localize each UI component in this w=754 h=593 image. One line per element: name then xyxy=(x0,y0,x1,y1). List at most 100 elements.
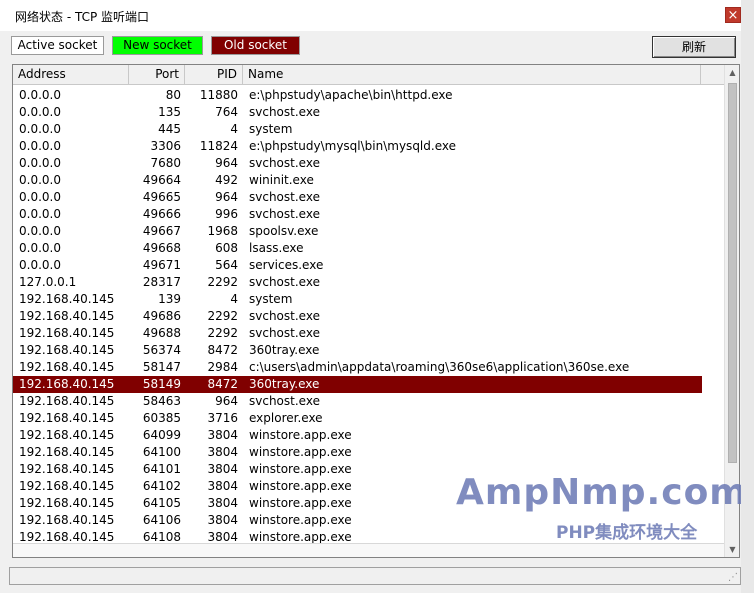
table-row[interactable]: 127.0.0.1 28317 2292 svchost.exe xyxy=(13,274,724,291)
cell-address: 192.168.40.145 xyxy=(19,360,115,374)
cell-name: svchost.exe xyxy=(249,309,320,323)
cell-name: svchost.exe xyxy=(249,394,320,408)
table-row[interactable]: 192.168.40.145 64102 3804 winstore.app.exe xyxy=(13,478,724,495)
cell-port: 28317 xyxy=(142,275,181,289)
cell-address: 192.168.40.145 xyxy=(19,462,115,476)
cell-pid: 8472 xyxy=(207,343,238,357)
table-row[interactable]: 192.168.40.145 49686 2292 svchost.exe xyxy=(13,308,724,325)
cell-name: svchost.exe xyxy=(249,156,320,170)
column-header-name[interactable]: Name xyxy=(243,65,701,84)
table-row[interactable]: 192.168.40.145 64105 3804 winstore.app.exe xyxy=(13,495,724,512)
cell-pid: 3804 xyxy=(207,513,238,527)
cell-port: 58463 xyxy=(142,394,181,408)
table-row[interactable]: 192.168.40.145 58149 8472 360tray.exe xyxy=(13,376,702,393)
table-row[interactable]: 0.0.0.0 49668 608 lsass.exe xyxy=(13,240,724,257)
cell-pid: 964 xyxy=(215,394,238,408)
title-bar: 网络状态 - TCP 监听端口 × xyxy=(0,0,754,31)
cell-port: 49686 xyxy=(142,309,181,323)
cell-address: 192.168.40.145 xyxy=(19,411,115,425)
chevron-up-icon[interactable]: ▲ xyxy=(725,65,739,80)
cell-pid: 4 xyxy=(230,122,238,136)
table-row[interactable]: 0.0.0.0 3306 11824 e:\phpstudy\mysql\bin\my… xyxy=(13,138,724,155)
cell-name: explorer.exe xyxy=(249,411,323,425)
table-row[interactable]: 192.168.40.145 64106 3804 winstore.app.exe xyxy=(13,512,724,529)
cell-pid: 564 xyxy=(215,258,238,272)
cell-port: 64100 xyxy=(142,445,181,459)
cell-pid: 3804 xyxy=(207,428,238,442)
table-row[interactable]: 0.0.0.0 49671 564 services.exe xyxy=(13,257,724,274)
cell-port: 49668 xyxy=(142,241,181,255)
cell-name: wininit.exe xyxy=(249,173,314,187)
table-row[interactable]: 192.168.40.145 49688 2292 svchost.exe xyxy=(13,325,724,342)
cell-address: 192.168.40.145 xyxy=(19,513,115,527)
cell-pid: 996 xyxy=(215,207,238,221)
table-row[interactable]: 192.168.40.145 64101 3804 winstore.app.exe xyxy=(13,461,724,478)
cell-address: 127.0.0.1 xyxy=(19,275,77,289)
cell-address: 192.168.40.145 xyxy=(19,309,115,323)
cell-port: 135 xyxy=(158,105,181,119)
cell-name: winstore.app.exe xyxy=(249,513,352,527)
table-row[interactable]: 192.168.40.145 64100 3804 winstore.app.exe xyxy=(13,444,724,461)
cell-name: svchost.exe xyxy=(249,275,320,289)
cell-address: 0.0.0.0 xyxy=(19,122,61,136)
cell-address: 192.168.40.145 xyxy=(19,428,115,442)
cell-port: 49665 xyxy=(142,190,181,204)
cell-address: 192.168.40.145 xyxy=(19,292,115,306)
cell-pid: 2292 xyxy=(207,326,238,340)
cell-port: 64106 xyxy=(142,513,181,527)
cell-name: services.exe xyxy=(249,258,324,272)
resize-grip-icon[interactable]: ⋰ xyxy=(728,572,738,583)
cell-name: winstore.app.exe xyxy=(249,462,352,476)
cell-address: 192.168.40.145 xyxy=(19,394,115,408)
table-row[interactable]: 192.168.40.145 139 4 system xyxy=(13,291,724,308)
cell-address: 0.0.0.0 xyxy=(19,241,61,255)
table-row[interactable]: 0.0.0.0 80 11880 e:\phpstudy\apache\bin\htt… xyxy=(13,87,724,104)
column-header-port[interactable]: Port xyxy=(129,65,185,84)
vertical-scrollbar[interactable]: ▲ ▼ xyxy=(724,65,739,557)
table-row[interactable]: 192.168.40.145 58463 964 svchost.exe xyxy=(13,393,724,410)
cell-port: 64099 xyxy=(142,428,181,442)
cell-pid: 3716 xyxy=(207,411,238,425)
table-row[interactable]: 0.0.0.0 49666 996 svchost.exe xyxy=(13,206,724,223)
table-row[interactable]: 192.168.40.145 58147 2984 c:\users\admin\ap… xyxy=(13,359,724,376)
cell-address: 0.0.0.0 xyxy=(19,139,61,153)
table-row[interactable]: 192.168.40.145 64099 3804 winstore.app.exe xyxy=(13,427,724,444)
legend-new-socket: New socket xyxy=(112,36,203,55)
table-row[interactable]: 192.168.40.145 56374 8472 360tray.exe xyxy=(13,342,724,359)
cell-pid: 3804 xyxy=(207,496,238,510)
chevron-down-icon[interactable]: ▼ xyxy=(725,542,739,557)
cell-pid: 1968 xyxy=(207,224,238,238)
cell-address: 0.0.0.0 xyxy=(19,173,61,187)
table-row[interactable]: 0.0.0.0 135 764 svchost.exe xyxy=(13,104,724,121)
cell-name: 360tray.exe xyxy=(249,343,320,357)
cell-port: 60385 xyxy=(142,411,181,425)
socket-list[interactable]: Address Port PID Name 0.0.0.0 80 11880 e:\p… xyxy=(12,64,740,558)
cell-name: svchost.exe xyxy=(249,105,320,119)
cell-pid: 492 xyxy=(215,173,238,187)
cell-pid: 964 xyxy=(215,156,238,170)
table-row[interactable]: 0.0.0.0 49667 1968 spoolsv.exe xyxy=(13,223,724,240)
cell-address: 192.168.40.145 xyxy=(19,496,115,510)
close-icon[interactable]: × xyxy=(725,7,741,23)
table-row[interactable]: 0.0.0.0 49665 964 svchost.exe xyxy=(13,189,724,206)
cell-address: 0.0.0.0 xyxy=(19,224,61,238)
table-row[interactable]: 192.168.40.145 60385 3716 explorer.exe xyxy=(13,410,724,427)
cell-port: 64101 xyxy=(142,462,181,476)
cell-port: 64105 xyxy=(142,496,181,510)
table-row[interactable]: 0.0.0.0 445 4 system xyxy=(13,121,724,138)
refresh-button[interactable]: 刷新 xyxy=(652,36,736,58)
cell-port: 49671 xyxy=(142,258,181,272)
cell-address: 192.168.40.145 xyxy=(19,326,115,340)
column-header-pid[interactable]: PID xyxy=(185,65,243,84)
cell-pid: 2984 xyxy=(207,360,238,374)
column-header-address[interactable]: Address xyxy=(13,65,129,84)
cell-port: 445 xyxy=(158,122,181,136)
cell-port: 49666 xyxy=(142,207,181,221)
table-row[interactable]: 0.0.0.0 7680 964 svchost.exe xyxy=(13,155,724,172)
cell-name: svchost.exe xyxy=(249,190,320,204)
cell-address: 192.168.40.145 xyxy=(19,479,115,493)
table-row[interactable]: 0.0.0.0 49664 492 wininit.exe xyxy=(13,172,724,189)
cell-pid: 3804 xyxy=(207,462,238,476)
scrollbar-thumb[interactable] xyxy=(728,83,737,463)
cell-pid: 8472 xyxy=(207,377,238,391)
